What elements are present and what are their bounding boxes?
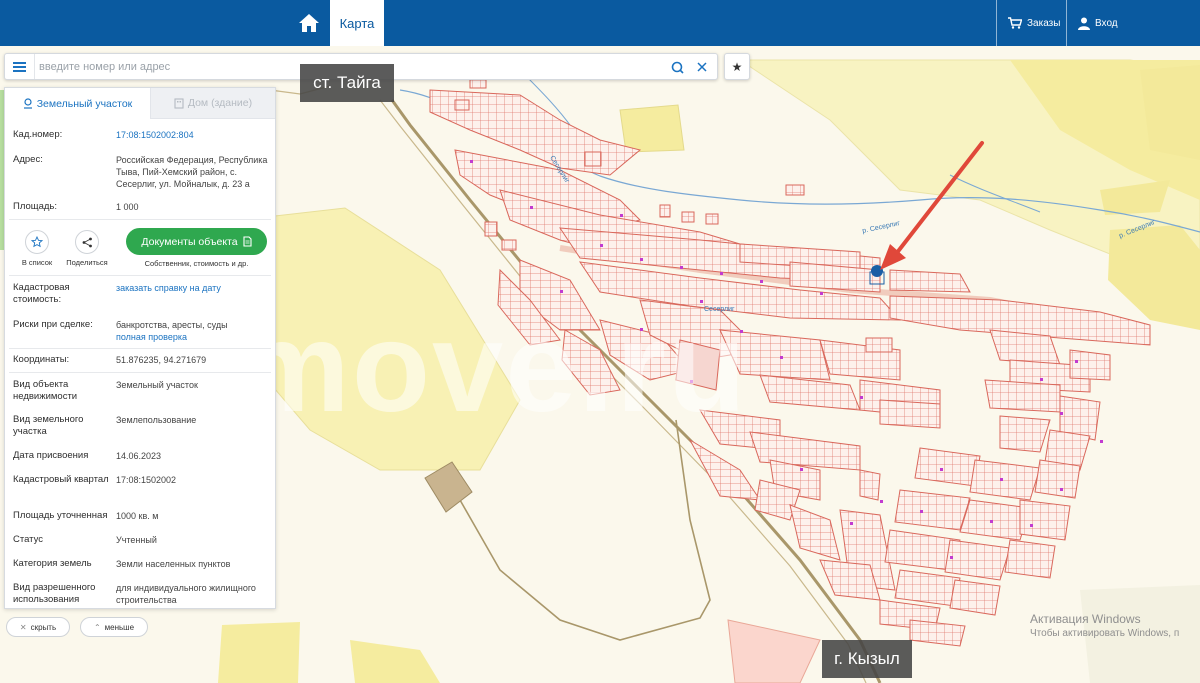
show-less-label: меньше: [104, 622, 135, 632]
object-documents-button[interactable]: Документы объекта: [126, 228, 267, 255]
detail-label: Площадь уточненная: [13, 510, 108, 521]
orders-label: Заказы: [1027, 17, 1061, 29]
close-icon: [697, 62, 707, 72]
tab-land-plot-label: Земельный участок: [36, 97, 133, 110]
menu-icon: [13, 61, 26, 72]
divider: [9, 275, 271, 276]
detail-label: Вид земельного участка: [13, 414, 84, 437]
city-kyzyl-label: г. Кызыл: [822, 640, 912, 678]
windows-activation-notice: Активация Windows Чтобы активировать Win…: [1030, 612, 1179, 639]
home-icon: [299, 14, 319, 32]
detail-label: Вид разрешенного использования: [13, 582, 96, 605]
coordinates-label: Координаты:: [13, 354, 70, 365]
tab-building[interactable]: Дом (здание): [151, 88, 275, 119]
close-icon: ✕: [19, 622, 27, 632]
detail-label: Категория земель: [13, 558, 92, 569]
menu-button[interactable]: [5, 54, 35, 79]
detail-value: Земли населенных пунктов: [116, 559, 231, 569]
cadastral-number-label: Кад.номер:: [13, 129, 63, 140]
cadastral-number-value[interactable]: 17:08:1502002:804: [116, 129, 268, 141]
watermark: move.ru: [236, 296, 748, 439]
cart-icon: [1008, 17, 1022, 29]
tab-land-plot[interactable]: Земельный участок: [5, 88, 151, 119]
detail-value: 14.06.2023: [116, 451, 162, 461]
panel-tabs: Земельный участок Дом (здание): [5, 88, 275, 119]
detail-label: Вид объекта недвижимости: [13, 379, 78, 402]
star-outline-icon: [31, 236, 43, 248]
document-icon: [243, 236, 252, 247]
object-documents-subtitle: Собственник, стоимость и др.: [144, 259, 249, 268]
divider: [9, 219, 271, 220]
orders-button[interactable]: Заказы: [996, 0, 1066, 46]
hide-panel-label: скрыть: [30, 622, 57, 632]
login-button[interactable]: Вход: [1066, 0, 1200, 46]
deal-risks-label: Риски при сделке:: [13, 319, 93, 330]
tab-map[interactable]: Карта: [330, 0, 384, 46]
chevron-up-icon: ⌃: [93, 622, 101, 632]
cadastral-cost-label: Кадастровая стоимость:: [13, 282, 70, 305]
search-icon: [671, 61, 684, 74]
detail-value: 1000 кв. м: [116, 511, 159, 521]
station-taiga-label: ст. Тайга: [300, 64, 394, 102]
show-less-button[interactable]: ⌃ меньше: [80, 617, 148, 637]
detail-value: Землепользование: [116, 415, 197, 425]
detail-value: для индивидуального жилищного строительс…: [116, 583, 256, 605]
building-icon: [174, 97, 184, 109]
detail-value: Земельный участок: [116, 380, 198, 390]
coordinates-value: 51.876235, 94.271679: [116, 355, 207, 365]
hide-panel-button[interactable]: ✕ скрыть: [6, 617, 70, 637]
detail-label: Кадастровый квартал: [13, 474, 109, 485]
user-icon: [1078, 17, 1090, 30]
search-button[interactable]: [668, 58, 686, 76]
divider: [9, 372, 271, 373]
windows-activation-text: Чтобы активировать Windows, п: [1030, 628, 1180, 639]
panel-actions: В список Поделиться Документы объекта Со…: [5, 224, 275, 274]
object-documents-label: Документы объекта: [141, 235, 238, 248]
detail-value: Учтенный: [116, 535, 157, 545]
favorites-button[interactable]: ★: [724, 53, 750, 80]
detail-label: Дата присвоения: [13, 450, 89, 461]
address-value: Российская Федерация, Республика Тыва, П…: [116, 155, 268, 189]
parcel-info-panel: Земельный участок Дом (здание) Кад.номер…: [4, 87, 276, 609]
full-check-link[interactable]: полная проверка: [116, 331, 268, 343]
share-icon: [82, 237, 92, 247]
clear-search-button[interactable]: [693, 58, 711, 76]
detail-label: Статус: [13, 534, 44, 545]
selected-parcel-marker[interactable]: [871, 265, 883, 277]
home-button[interactable]: [290, 0, 328, 46]
tab-building-label: Дом (здание): [187, 97, 253, 109]
share-label: Поделиться: [66, 258, 108, 267]
order-certificate-link[interactable]: заказать справку на дату: [116, 282, 268, 294]
area-label: Площадь:: [13, 201, 57, 212]
windows-activation-title: Активация Windows: [1030, 612, 1141, 626]
area-value: 1 000: [116, 202, 139, 212]
divider: [9, 348, 271, 349]
deal-risks-value: банкротства, аресты, суды: [116, 320, 228, 330]
top-navigation-bar: Карта Заказы Вход: [0, 0, 1200, 46]
share-button[interactable]: Поделиться: [57, 230, 117, 267]
detail-value: 17:08:1502002: [116, 475, 177, 485]
map-pin-icon: [23, 98, 32, 109]
address-label: Адрес:: [13, 154, 43, 165]
star-icon: ★: [731, 59, 743, 74]
login-label: Вход: [1095, 17, 1118, 29]
